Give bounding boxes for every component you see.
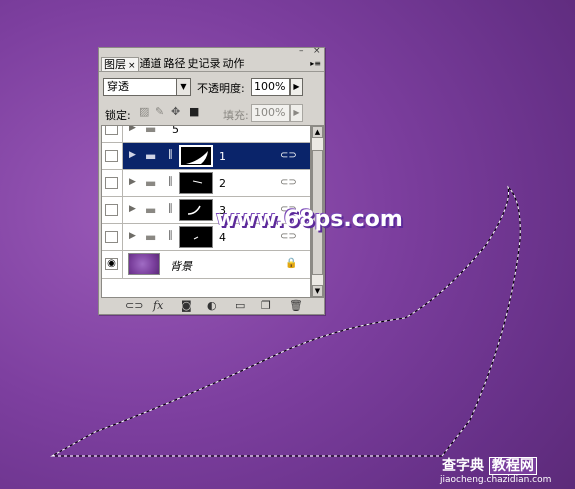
blend-mode-select[interactable]: 穿透 ▼ xyxy=(103,78,191,96)
layer-mask-thumbnail[interactable] xyxy=(179,226,213,248)
mask-link-icon[interactable]: ∥ xyxy=(168,149,173,160)
expand-arrow-icon[interactable]: ▶ xyxy=(129,204,136,214)
layers-panel: – × 图层 × 通道 路径 史记录 动作 ▸≡ 穿透 ▼ 不透明度: 100% … xyxy=(98,47,325,315)
site-title: 查字典 教程网 xyxy=(442,455,537,475)
folder-icon: ▬ xyxy=(145,230,157,244)
layer-name: 4 xyxy=(219,231,226,244)
blend-mode-value: 穿透 xyxy=(107,80,129,93)
tab-paths[interactable]: 路径 xyxy=(163,57,187,71)
layer-name: 5 xyxy=(172,125,179,136)
eye-icon[interactable]: ◉ xyxy=(105,258,118,270)
expand-arrow-icon[interactable]: ▶ xyxy=(129,177,136,187)
link-layers-icon[interactable]: ⊂⊃ xyxy=(125,300,143,312)
tab-layers[interactable]: 图层 × xyxy=(101,57,139,71)
scroll-up-icon[interactable]: ▲ xyxy=(312,126,323,138)
tab-channels[interactable]: 通道 xyxy=(139,57,163,71)
brush-lock-icon[interactable]: ✎ xyxy=(155,106,164,118)
mask-shape xyxy=(192,180,203,184)
visibility-cell[interactable] xyxy=(102,170,123,196)
layer-row[interactable]: ▶ ▬ 5 xyxy=(102,125,310,143)
expand-arrow-icon[interactable]: ▶ xyxy=(129,231,136,241)
opacity-label: 不透明度: xyxy=(197,82,245,95)
panel-titlebar[interactable]: – × xyxy=(99,47,324,57)
mask-link-icon[interactable]: ∥ xyxy=(168,176,173,187)
visibility-cell[interactable]: ◉ xyxy=(102,251,123,278)
chevron-down-icon[interactable]: ▼ xyxy=(176,79,190,95)
trash-icon[interactable]: 🗑 xyxy=(289,300,303,312)
background-layer-row[interactable]: ◉ 背景 🔒 xyxy=(102,251,310,279)
site-title-right: 教程网 xyxy=(488,457,537,475)
panel-footer: ⊂⊃ fx ◙ ◐ ▭ ❐ 🗑 xyxy=(99,299,324,314)
eye-icon[interactable]: ◉ xyxy=(105,150,118,162)
layer-name: 2 xyxy=(219,177,226,190)
folder-icon: ▬ xyxy=(145,203,157,217)
scroll-down-icon[interactable]: ▼ xyxy=(312,285,323,297)
mask-shape xyxy=(186,151,208,164)
link-icon: ⊂⊃ xyxy=(280,177,297,188)
folder-icon: ▬ xyxy=(145,176,157,190)
visibility-cell[interactable] xyxy=(102,126,123,142)
layer-name: 1 xyxy=(219,150,226,163)
mask-link-icon[interactable]: ∥ xyxy=(168,203,173,214)
site-badge: 查字典 教程网 jiaocheng.chazidian.com xyxy=(440,455,572,487)
layer-mask-thumbnail[interactable] xyxy=(179,199,213,221)
visibility-toggle[interactable] xyxy=(105,204,118,216)
tab-history[interactable]: 史记录 xyxy=(187,57,222,71)
visibility-toggle[interactable] xyxy=(105,231,118,243)
tab-label: 图层 xyxy=(104,58,126,71)
layer-row[interactable]: ▶ ▬ ∥ 2 ⊂⊃ xyxy=(102,170,310,197)
layer-name: 背景 xyxy=(170,260,192,273)
folder-icon: ▬ xyxy=(145,125,157,136)
tab-divider xyxy=(99,71,324,72)
close-icon[interactable]: × xyxy=(313,47,321,56)
transparency-lock-icon[interactable]: ▨ xyxy=(139,106,149,118)
lock-icon: 🔒 xyxy=(285,258,298,269)
background-thumbnail[interactable] xyxy=(128,253,160,275)
fx-icon[interactable]: fx xyxy=(153,300,163,312)
expand-arrow-icon[interactable]: ▶ xyxy=(129,150,136,160)
adjustment-layer-icon[interactable]: ◐ xyxy=(207,300,217,312)
layer-mask-thumbnail[interactable] xyxy=(179,145,213,167)
layer-row-selected[interactable]: ◉ ▶ ▬ ∥ 1 ⊂⊃ xyxy=(102,143,310,170)
tab-actions[interactable]: 动作 xyxy=(222,57,246,71)
site-url: jiaocheng.chazidian.com xyxy=(440,475,552,485)
visibility-cell[interactable]: ◉ xyxy=(102,143,123,169)
expand-arrow-icon[interactable]: ▶ xyxy=(129,126,136,133)
opacity-slider-arrow-icon[interactable]: ▶ xyxy=(290,78,303,96)
site-title-left: 查字典 xyxy=(442,458,484,474)
new-layer-icon[interactable]: ❐ xyxy=(261,300,271,312)
visibility-cell[interactable] xyxy=(102,224,123,250)
visibility-toggle[interactable] xyxy=(105,126,118,135)
lock-icon[interactable]: ■ xyxy=(189,106,199,118)
lock-label: 锁定: xyxy=(105,109,131,122)
panel-tabs: 图层 × 通道 路径 史记录 动作 xyxy=(101,57,246,71)
visibility-cell[interactable] xyxy=(102,197,123,223)
opacity-input[interactable]: 100% xyxy=(251,78,290,96)
fill-label: 填充: xyxy=(223,109,249,122)
link-icon: ⊂⊃ xyxy=(280,150,297,161)
minimize-icon[interactable]: – xyxy=(299,47,304,56)
add-mask-icon[interactable]: ◙ xyxy=(181,300,192,312)
new-group-icon[interactable]: ▭ xyxy=(235,300,245,312)
panel-menu-icon[interactable]: ▸≡ xyxy=(310,60,321,68)
move-lock-icon[interactable]: ✥ xyxy=(171,106,180,118)
mask-shape xyxy=(187,205,201,215)
link-icon: ⊂⊃ xyxy=(280,231,297,242)
mask-link-icon[interactable]: ∥ xyxy=(168,230,173,241)
fill-slider-arrow-icon[interactable]: ▶ xyxy=(290,104,303,122)
tab-close-icon[interactable]: × xyxy=(128,61,136,71)
fill-input[interactable]: 100% xyxy=(251,104,290,122)
folder-icon: ▬ xyxy=(145,149,157,163)
mask-shape xyxy=(193,236,199,240)
layer-mask-thumbnail[interactable] xyxy=(179,172,213,194)
watermark-text: www.68ps.com xyxy=(216,207,403,232)
visibility-toggle[interactable] xyxy=(105,177,118,189)
